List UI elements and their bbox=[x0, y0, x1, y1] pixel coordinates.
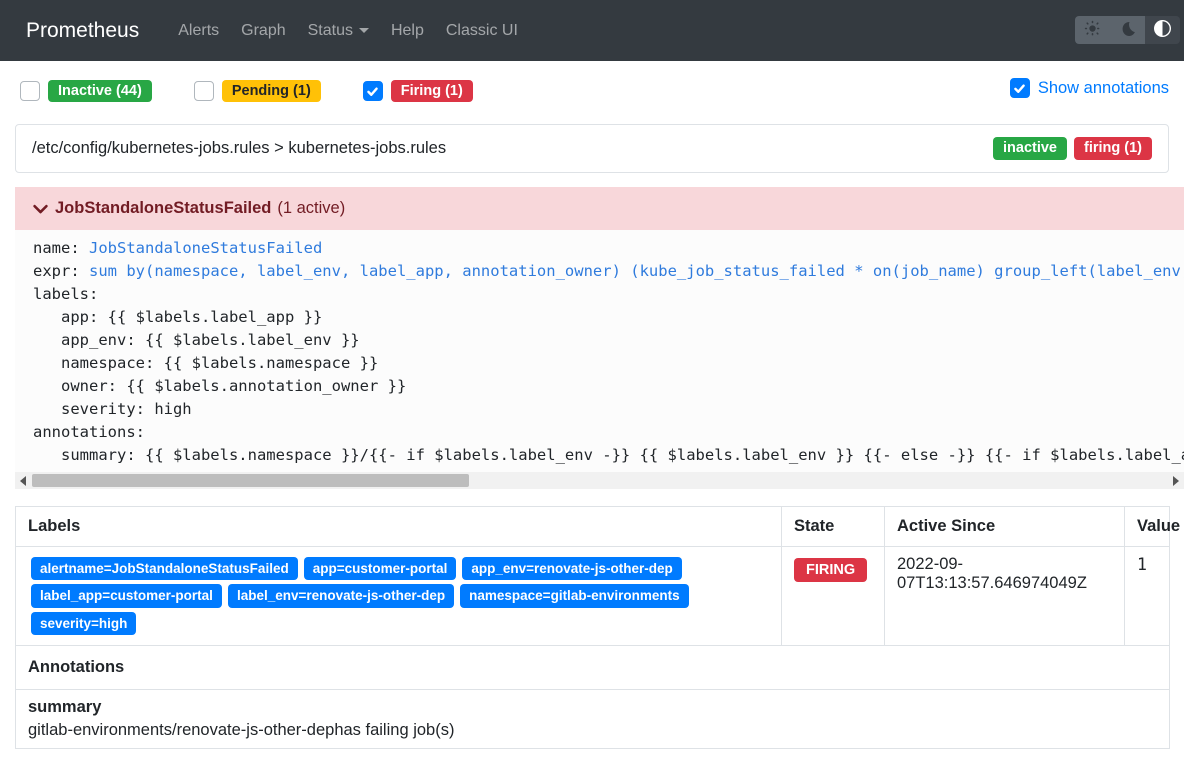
nav-item-status-label: Status bbox=[308, 22, 353, 40]
scroll-right-arrow[interactable] bbox=[1173, 476, 1179, 486]
yaml-line: severity: high bbox=[33, 398, 1184, 421]
nav-item-help[interactable]: Help bbox=[380, 14, 435, 48]
theme-light-button[interactable] bbox=[1075, 16, 1110, 44]
label-badge-label-env[interactable]: label_env=renovate-js-other-dep bbox=[228, 584, 454, 608]
group-inactive-badge: inactive bbox=[993, 137, 1067, 160]
rule-group-title: /etc/config/kubernetes-jobs.rules > kube… bbox=[32, 139, 446, 158]
rule-expr-link[interactable]: sum by(namespace, label_env, label_app, … bbox=[89, 262, 1184, 280]
nav-item-graph[interactable]: Graph bbox=[230, 14, 296, 48]
chevron-down-icon bbox=[359, 28, 369, 33]
moon-icon bbox=[1120, 21, 1136, 40]
check-icon bbox=[366, 85, 379, 98]
nav-item-status[interactable]: Status bbox=[297, 14, 380, 48]
annotations-title: Annotations bbox=[16, 646, 1170, 690]
active-since-cell: 2022-09-07T13:13:57.646974049Z bbox=[885, 546, 1125, 646]
filter-inactive[interactable]: Inactive (44) bbox=[20, 80, 152, 103]
header-active-since: Active Since bbox=[885, 506, 1125, 546]
label-badge-app-env[interactable]: app_env=renovate-js-other-dep bbox=[462, 557, 681, 581]
yaml-line: labels: bbox=[33, 283, 1184, 306]
yaml-key: expr: bbox=[33, 262, 89, 280]
group-firing-badge: firing (1) bbox=[1074, 137, 1152, 160]
horizontal-scrollbar[interactable] bbox=[15, 472, 1184, 489]
firing-checkbox[interactable] bbox=[363, 81, 383, 101]
show-annotations-toggle[interactable]: Show annotations bbox=[1010, 78, 1169, 98]
check-icon bbox=[1013, 82, 1026, 95]
rule-definition-block: name: JobStandaloneStatusFailedexpr: sum… bbox=[15, 230, 1184, 489]
header-state: State bbox=[782, 506, 885, 546]
labels-cell: alertname=JobStandaloneStatusFailedapp=c… bbox=[16, 546, 782, 646]
label-badge-namespace[interactable]: namespace=gitlab-environments bbox=[460, 584, 688, 608]
main-content: Inactive (44) Pending (1) Firing (1) Sho… bbox=[0, 78, 1184, 749]
nav-item-alerts[interactable]: Alerts bbox=[167, 14, 230, 48]
chevron-down-icon bbox=[31, 199, 50, 218]
yaml-line: annotations: bbox=[33, 421, 1184, 444]
alert-row: alertname=JobStandaloneStatusFailedapp=c… bbox=[16, 546, 1170, 646]
yaml-line: owner: {{ $labels.annotation_owner }} bbox=[33, 375, 1184, 398]
yaml-line: app: {{ $labels.label_app }} bbox=[33, 306, 1184, 329]
nav-item-classic-ui[interactable]: Classic UI bbox=[435, 14, 529, 48]
alert-rule-header[interactable]: JobStandaloneStatusFailed (1 active) bbox=[15, 187, 1184, 230]
annotation-value: gitlab-environments/renovate-js-other-de… bbox=[28, 721, 1157, 740]
inactive-checkbox[interactable] bbox=[20, 81, 40, 101]
yaml-line: namespace: {{ $labels.namespace }} bbox=[33, 352, 1184, 375]
value-cell: 1 bbox=[1125, 546, 1170, 646]
rule-yaml: name: JobStandaloneStatusFailedexpr: sum… bbox=[15, 230, 1184, 472]
scrollbar-thumb[interactable] bbox=[32, 474, 469, 487]
brand-prometheus[interactable]: Prometheus bbox=[26, 19, 139, 43]
theme-toggle-group bbox=[1075, 16, 1180, 44]
label-badge-severity[interactable]: severity=high bbox=[31, 612, 136, 636]
annotations-title-row: Annotations bbox=[16, 646, 1170, 690]
firing-state-badge: FIRING bbox=[794, 558, 867, 583]
nav-links: Alerts Graph Status Help Classic UI bbox=[167, 14, 529, 48]
alert-active-count: (1 active) bbox=[277, 199, 345, 218]
annotation-key: summary bbox=[28, 698, 1157, 717]
theme-dark-button[interactable] bbox=[1110, 16, 1145, 44]
rule-name-link[interactable]: JobStandaloneStatusFailed bbox=[89, 239, 322, 257]
state-cell: FIRING bbox=[782, 546, 885, 646]
label-badge-app[interactable]: app=customer-portal bbox=[304, 557, 457, 581]
label-badge-label-app[interactable]: label_app=customer-portal bbox=[31, 584, 222, 608]
filter-pending[interactable]: Pending (1) bbox=[194, 80, 321, 103]
show-annotations-label: Show annotations bbox=[1038, 79, 1169, 98]
circle-half-icon bbox=[1154, 20, 1171, 40]
show-annotations-checkbox[interactable] bbox=[1010, 78, 1030, 98]
theme-auto-button[interactable] bbox=[1145, 16, 1180, 44]
alert-rule-name: JobStandaloneStatusFailed bbox=[55, 199, 271, 218]
alerts-table: Labels State Active Since Value alertnam… bbox=[15, 506, 1170, 750]
navbar: Prometheus Alerts Graph Status Help Clas… bbox=[0, 0, 1184, 61]
table-header-row: Labels State Active Since Value bbox=[16, 506, 1170, 546]
sun-icon bbox=[1084, 20, 1101, 40]
label-badge-alertname[interactable]: alertname=JobStandaloneStatusFailed bbox=[31, 557, 298, 581]
yaml-line: summary: {{ $labels.namespace }}/{{- if … bbox=[33, 444, 1184, 467]
pending-badge: Pending (1) bbox=[222, 80, 321, 103]
yaml-key: name: bbox=[33, 239, 89, 257]
firing-badge: Firing (1) bbox=[391, 80, 473, 103]
header-labels: Labels bbox=[16, 506, 782, 546]
filter-row: Inactive (44) Pending (1) Firing (1) Sho… bbox=[20, 78, 1169, 104]
annotation-row: summary gitlab-environments/renovate-js-… bbox=[16, 690, 1170, 749]
rule-group-card: /etc/config/kubernetes-jobs.rules > kube… bbox=[15, 124, 1169, 173]
yaml-line: app_env: {{ $labels.label_env }} bbox=[33, 329, 1184, 352]
scroll-left-arrow[interactable] bbox=[20, 476, 26, 486]
pending-checkbox[interactable] bbox=[194, 81, 214, 101]
header-value: Value bbox=[1125, 506, 1170, 546]
rule-group-badges: inactive firing (1) bbox=[993, 137, 1152, 160]
annotation-cell: summary gitlab-environments/renovate-js-… bbox=[16, 690, 1170, 749]
inactive-badge: Inactive (44) bbox=[48, 80, 152, 103]
filter-firing[interactable]: Firing (1) bbox=[363, 80, 473, 103]
